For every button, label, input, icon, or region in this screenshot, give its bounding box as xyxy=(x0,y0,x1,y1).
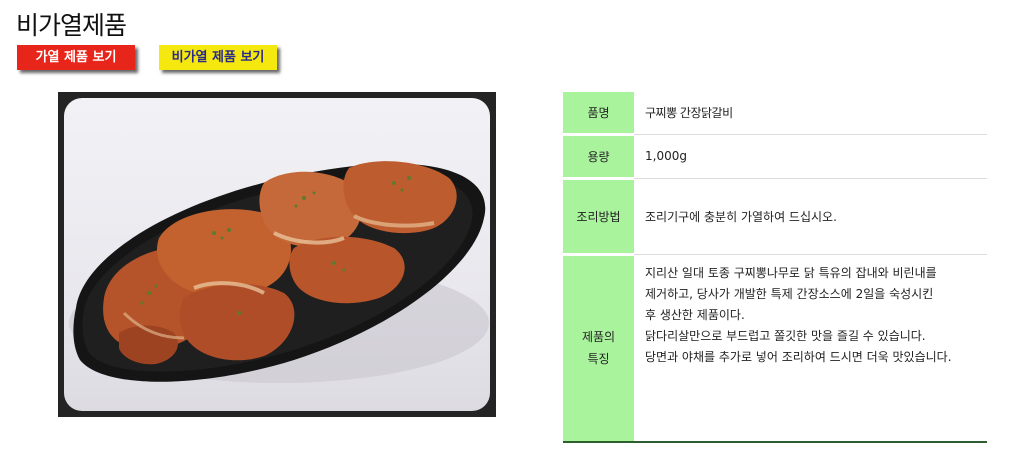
spec-row-volume: 용량 1,000g xyxy=(563,134,987,180)
spec-value-name: 구찌뽕 간장닭갈비 xyxy=(634,92,987,135)
chicken-piece xyxy=(289,236,405,304)
spec-label-features: 제품의 특징 xyxy=(563,254,634,443)
spec-label-cooking: 조리방법 xyxy=(563,178,634,256)
spec-row-name: 품명 구찌뽕 간장닭갈비 xyxy=(563,92,987,136)
spec-row-cooking: 조리방법 조리기구에 충분히 가열하여 드십시오. xyxy=(563,178,987,256)
feature-line: 당면과 야채를 추가로 넣어 조리하여 드시면 더욱 맛있습니다. xyxy=(645,349,952,364)
spec-label-volume: 용량 xyxy=(563,134,634,180)
nonheated-products-button[interactable]: 비가열 제품 보기 xyxy=(159,45,277,70)
feature-line: 닭다리살만으로 부드럽고 쫄깃한 맛을 즐길 수 있습니다. xyxy=(645,328,926,343)
product-image-frame xyxy=(58,92,496,417)
spec-row-features: 제품의 특징 지리산 일대 토종 구찌뽕나무로 닭 특유의 잡내와 비린내를 제… xyxy=(563,254,987,443)
heated-products-button[interactable]: 가열 제품 보기 xyxy=(17,45,135,70)
spec-value-volume: 1,000g xyxy=(634,134,987,179)
spec-value-features: 지리산 일대 토종 구찌뽕나무로 닭 특유의 잡내와 비린내를 제거하고, 당사… xyxy=(634,254,987,443)
product-photo-illustration xyxy=(69,161,489,383)
feature-line: 후 생산한 제품이다. xyxy=(645,307,745,322)
spec-label-features-line1: 제품의 xyxy=(581,330,616,345)
product-image xyxy=(64,98,490,411)
spec-label-name: 품명 xyxy=(563,92,634,136)
page-title: 비가열제품 xyxy=(16,11,127,40)
spec-label-features-line2: 특징 xyxy=(587,352,610,367)
product-spec-table: 품명 구찌뽕 간장닭갈비 용량 1,000g 조리방법 조리기구에 충분히 가열… xyxy=(563,92,987,443)
feature-line: 지리산 일대 토종 구찌뽕나무로 닭 특유의 잡내와 비린내를 xyxy=(645,265,937,280)
spec-value-cooking: 조리기구에 충분히 가열하여 드십시오. xyxy=(634,178,987,255)
feature-line: 제거하고, 당사가 개발한 특제 간장소스에 2일을 숙성시킨 xyxy=(645,286,934,301)
